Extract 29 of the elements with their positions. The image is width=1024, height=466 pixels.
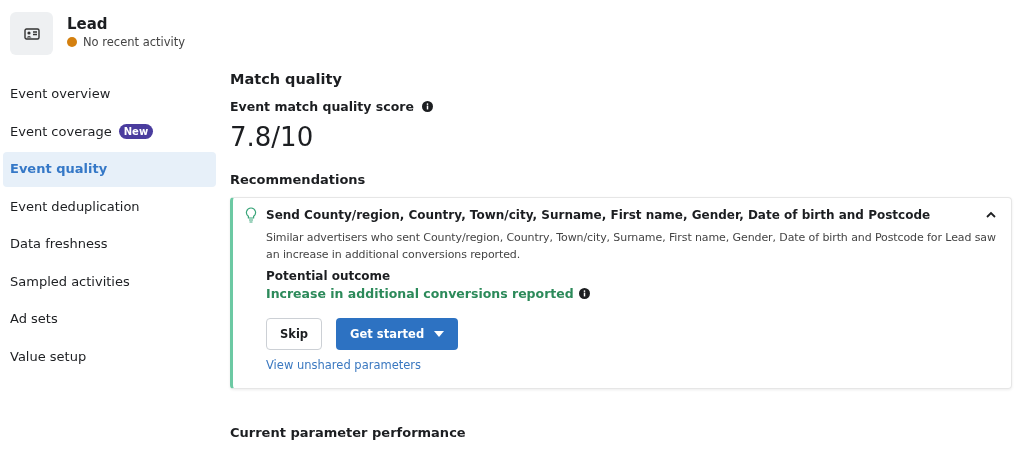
outcome-label: Potential outcome [266,269,392,283]
sidebar-item[interactable]: Event deduplication [3,189,147,224]
sidebar-item[interactable]: Ad sets [3,302,65,337]
caret-icon[interactable] [434,331,445,337]
sidebar-item[interactable]: Value setup [3,339,94,374]
section-title: Current parameter performance [230,425,467,440]
sidebar-item[interactable]: Event coverage [3,114,119,149]
recommendations-title: Recommendations [230,172,367,187]
status-text: No recent activity [83,35,186,49]
recommendation-title: Send County/region, Country, Town/city, Surname, First name, Gender, Date of birth and Postcode [266,208,932,222]
sidebar-item[interactable]: Sampled activities [3,264,137,299]
chevron-icon[interactable] [985,211,997,219]
score-label: Event match quality score [230,99,414,114]
skip-button[interactable]: Skip [266,318,323,350]
event-name: Lead [67,15,109,33]
score-value: 7.8/10 [230,122,315,152]
id-card-icon [10,12,53,55]
section-title: Match quality [230,71,343,87]
sidebar-item[interactable]: Event overview [3,77,118,112]
new-badge: New [118,124,154,140]
recommendation-description: Similar advertisers who sent County/region, Country, Town/city, Surname, First name, Gender, Date of birth and Postcode for Lead saw an increase in additional conversions reported. [266,230,997,263]
sidebar-item[interactable]: Event quality [3,152,216,187]
outcome-text: Increase in additional conversions reported [266,286,574,301]
info-icon[interactable] [421,101,433,112]
info-icon[interactable] [578,288,590,299]
lightbulb-icon [245,207,257,223]
unshared-parameters-link[interactable]: View unshared parameters [266,358,997,372]
sidebar-item[interactable]: Data freshness [3,227,115,262]
get-started-button[interactable]: Get started [336,318,459,350]
